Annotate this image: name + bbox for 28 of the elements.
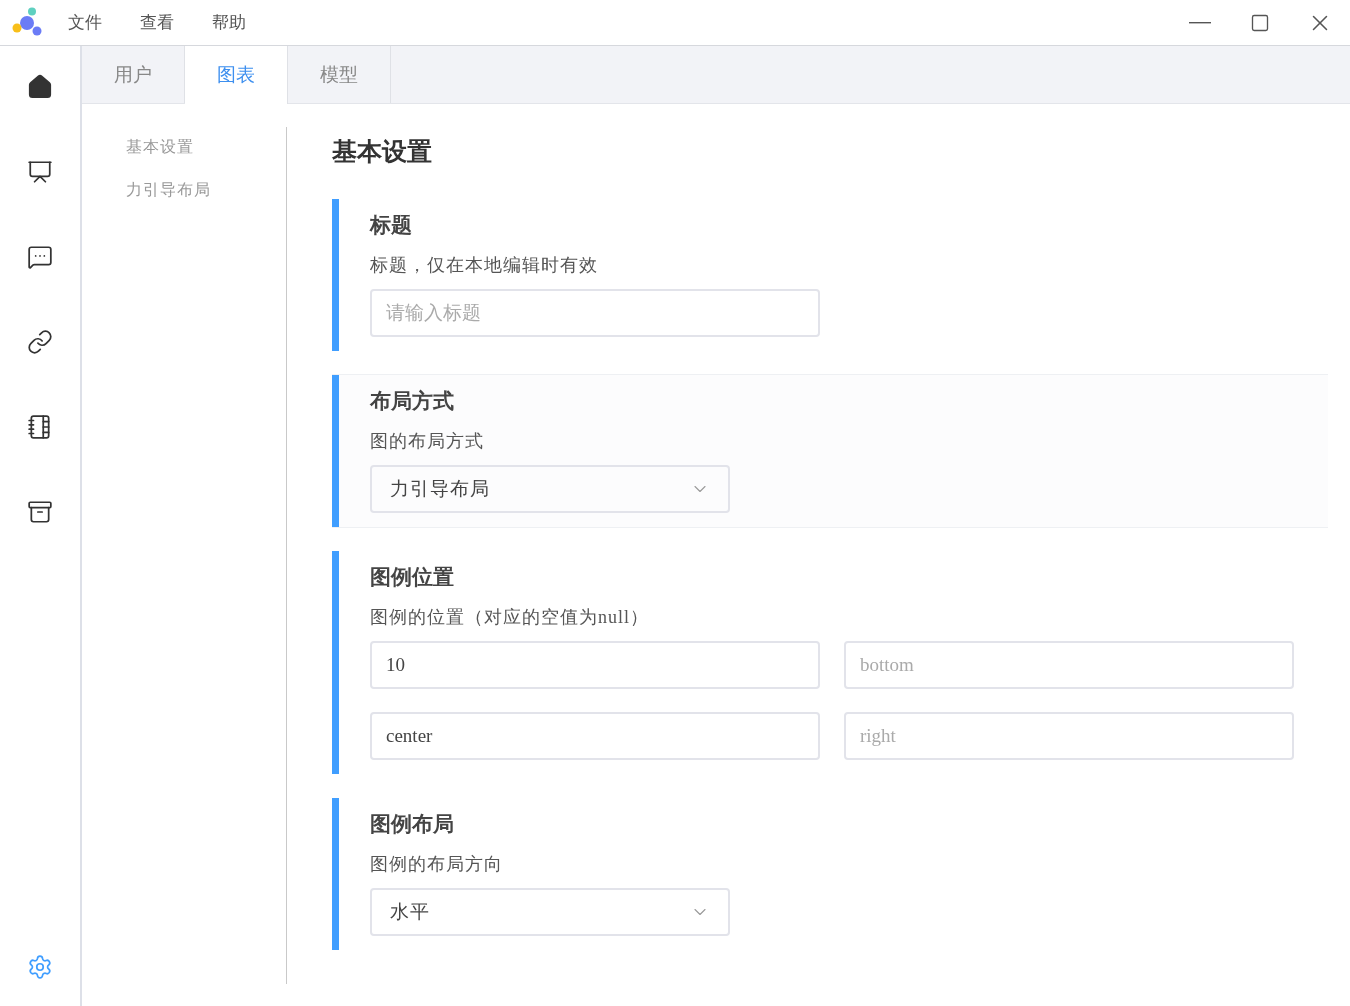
home-icon[interactable] xyxy=(27,74,53,100)
section-description: 图的布局方式 xyxy=(370,430,485,453)
section-description: 图例的位置（对应的空值为null） xyxy=(370,606,650,629)
section-title: 图例布局 xyxy=(370,811,455,838)
section-title: 标题 xyxy=(370,212,413,239)
presentation-chart-icon[interactable] xyxy=(27,159,53,185)
input-field[interactable]: bottom xyxy=(844,641,1294,689)
settings-icon[interactable] xyxy=(27,954,53,980)
input-field[interactable]: 请输入标题 xyxy=(370,289,820,337)
menu-item[interactable]: 文件 xyxy=(68,11,102,34)
input-field[interactable]: right xyxy=(844,712,1294,760)
page-heading: 基本设置 xyxy=(332,137,433,167)
section-description: 图例的布局方向 xyxy=(370,853,504,876)
maximize-icon xyxy=(1250,12,1270,33)
dropdown-select[interactable]: 水平 xyxy=(370,888,730,936)
menu-item[interactable]: 帮助 xyxy=(212,11,246,34)
menu-item[interactable]: 查看 xyxy=(140,11,174,34)
link-icon[interactable] xyxy=(27,329,53,355)
minimize-icon xyxy=(1189,21,1211,24)
archive-box-icon[interactable] xyxy=(27,499,53,525)
section-title: 图例位置 xyxy=(370,564,455,591)
input-field[interactable]: center xyxy=(370,712,820,760)
section-description: 标题，仅在本地编辑时有效 xyxy=(370,254,599,277)
notebook-icon[interactable] xyxy=(27,414,53,440)
section-title: 布局方式 xyxy=(370,388,455,415)
dropdown-select[interactable]: 力引导布局 xyxy=(370,465,730,513)
chat-bubble-icon[interactable] xyxy=(27,244,53,270)
input-field[interactable]: 10 xyxy=(370,641,820,689)
